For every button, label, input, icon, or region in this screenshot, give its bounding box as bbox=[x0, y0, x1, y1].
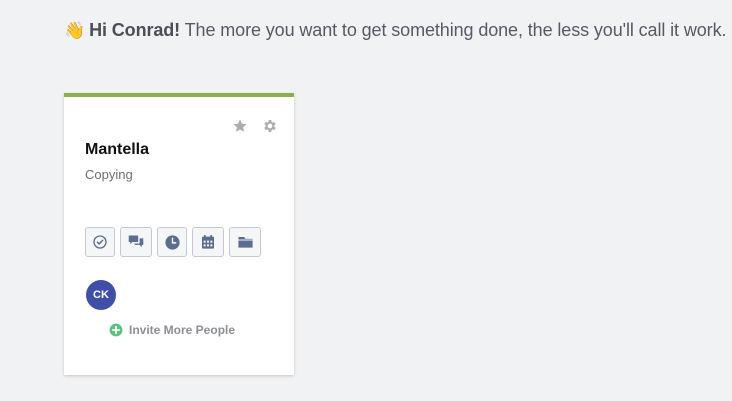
folder-icon bbox=[237, 237, 253, 248]
project-title[interactable]: Mantella bbox=[85, 141, 149, 159]
chat-bubbles-icon bbox=[128, 235, 144, 248]
files-button[interactable] bbox=[229, 227, 261, 257]
time-button[interactable] bbox=[157, 227, 187, 257]
plus-circle-icon bbox=[109, 323, 123, 337]
greeting-banner: 👋 Hi Conrad! The more you want to get som… bbox=[64, 20, 726, 41]
greeting-message: The more you want to get something done,… bbox=[184, 20, 727, 40]
project-tools bbox=[85, 227, 261, 257]
gear-icon[interactable] bbox=[262, 118, 278, 134]
invite-label: Invite More People bbox=[129, 323, 236, 337]
calendar-icon bbox=[202, 235, 214, 249]
project-subtitle: Copying bbox=[85, 167, 133, 182]
calendar-button[interactable] bbox=[192, 227, 224, 257]
messages-button[interactable] bbox=[120, 227, 152, 257]
waving-hand-icon: 👋 bbox=[64, 21, 86, 41]
star-icon[interactable] bbox=[232, 118, 248, 134]
check-circle-icon bbox=[93, 235, 107, 249]
todos-button[interactable] bbox=[85, 227, 115, 257]
project-card[interactable]: Mantella Copying CK Invite More People bbox=[64, 93, 294, 375]
greeting-name: Hi Conrad! bbox=[89, 20, 181, 40]
avatar[interactable]: CK bbox=[86, 280, 116, 310]
clock-icon bbox=[164, 234, 180, 250]
card-actions bbox=[232, 118, 278, 134]
invite-people-link[interactable]: Invite More People bbox=[109, 323, 235, 337]
